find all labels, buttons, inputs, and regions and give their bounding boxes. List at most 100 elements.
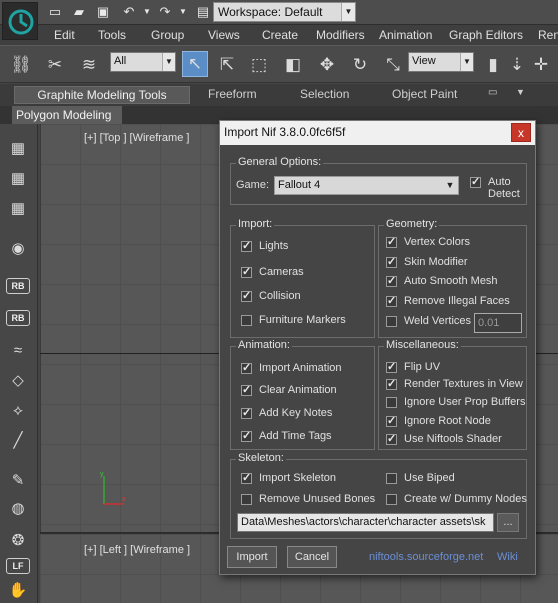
app-menu-button[interactable]	[2, 2, 38, 40]
tab-object-paint[interactable]: Object Paint	[392, 87, 457, 101]
scale-icon[interactable]: ⤡	[380, 53, 406, 77]
wiki-link[interactable]: Wiki	[497, 551, 518, 563]
bind-space-warp-icon[interactable]: ≋	[76, 53, 102, 77]
import-button[interactable]: Import	[227, 546, 277, 568]
tab-selection[interactable]: Selection	[300, 87, 349, 101]
checkbox-box[interactable]	[386, 377, 397, 390]
checkbox-box[interactable]	[241, 406, 252, 419]
svg-text:y: y	[100, 471, 104, 478]
select-by-name-icon[interactable]: ⇱	[214, 53, 240, 77]
checkbox-label: Ignore Root Node	[404, 415, 491, 427]
checkbox-label: Auto Smooth Mesh	[404, 275, 498, 287]
brush-icon[interactable]: ✎	[7, 470, 29, 492]
menu-group[interactable]: Group	[151, 28, 184, 42]
wind-icon[interactable]: ≈	[7, 340, 29, 362]
cloth-icon[interactable]: ◇	[7, 370, 29, 392]
checkbox-box[interactable]	[386, 294, 397, 307]
checkbox-box[interactable]	[241, 239, 252, 252]
move-icon[interactable]: ✥	[314, 53, 340, 77]
checkbox-box[interactable]	[241, 315, 252, 326]
window-crossing-icon[interactable]: ◧	[280, 53, 306, 77]
workspace-select[interactable]: Workspace: Default ▼	[213, 2, 356, 22]
undo-dropdown-icon[interactable]: ▼	[138, 3, 156, 21]
checkbox-box[interactable]	[241, 383, 252, 396]
sphere-icon[interactable]: ◉	[7, 238, 29, 260]
snap-toggle-icon[interactable]: ✛	[528, 53, 554, 77]
erase-icon[interactable]: ◍	[7, 498, 29, 520]
pivot-center-icon[interactable]: ▮	[480, 53, 506, 77]
close-button[interactable]: x	[511, 123, 531, 142]
dialog-titlebar[interactable]: Import Nif 3.8.0.0fc6f5f x	[220, 121, 535, 145]
checkbox-box[interactable]	[241, 494, 252, 505]
checkbox-box[interactable]	[386, 316, 397, 327]
menu-views[interactable]: Views	[208, 28, 240, 42]
niftools-site-link[interactable]: niftools.sourceforge.net	[369, 551, 483, 563]
project-folder-icon[interactable]: ▤	[194, 3, 212, 21]
checkbox-label: Import Animation	[259, 362, 342, 374]
checkbox-box[interactable]	[386, 397, 397, 408]
undo-icon[interactable]: ↶	[120, 3, 138, 21]
menu-modifiers[interactable]: Modifiers	[316, 28, 365, 42]
shape-icon[interactable]: ⟡	[7, 400, 29, 422]
rotate-icon[interactable]: ↻	[347, 53, 373, 77]
film-set-icon[interactable]: ▦	[7, 138, 29, 160]
menu-bar: Edit Tools Group Views Create Modifiers …	[0, 24, 558, 45]
line-icon[interactable]: ╱	[7, 430, 29, 452]
checkbox-label: Skin Modifier	[404, 256, 468, 268]
checkbox-box[interactable]	[386, 432, 397, 445]
lock-frame-badge[interactable]: LF	[6, 558, 30, 574]
checkbox-box[interactable]	[386, 235, 397, 248]
checkbox-box[interactable]	[386, 494, 397, 505]
tab-freeform[interactable]: Freeform	[208, 87, 257, 101]
browse-button[interactable]: ...	[497, 513, 519, 532]
menu-tools[interactable]: Tools	[98, 28, 126, 42]
link-icon[interactable]: ⛓	[8, 53, 34, 77]
sculpt-icon[interactable]: ❂	[7, 530, 29, 552]
select-manipulate-icon[interactable]: ⇣	[504, 53, 530, 77]
checkbox-label: Remove Illegal Faces	[404, 295, 510, 307]
tab-graphite-modeling-tools[interactable]: Graphite Modeling Tools	[14, 86, 190, 104]
weld-threshold-input[interactable]: 0.01	[474, 313, 522, 333]
checkbox-box[interactable]	[386, 473, 397, 484]
tab-polygon-modeling[interactable]: Polygon Modeling	[12, 106, 122, 124]
skeleton-path-input[interactable]: Data\Meshes\actors\character\character a…	[237, 513, 494, 532]
rigid-body-badge[interactable]: RB	[6, 278, 30, 294]
grab-icon[interactable]: ✋	[7, 580, 29, 602]
rigid-body-multi-badge[interactable]: RB	[6, 310, 30, 326]
checkbox-box[interactable]	[241, 471, 252, 484]
menu-animation[interactable]: Animation	[379, 28, 432, 42]
menu-rendering[interactable]: Ren	[538, 28, 558, 42]
checkbox-box[interactable]	[241, 429, 252, 442]
rectangular-selection-icon[interactable]: ⬚	[246, 53, 272, 77]
selection-filter-select[interactable]: All ▼	[110, 52, 176, 72]
menu-edit[interactable]: Edit	[54, 28, 75, 42]
viewport-top-label[interactable]: [+] [Top ] [Wireframe ]	[84, 132, 189, 144]
checkbox-box[interactable]	[386, 274, 397, 287]
ribbon-options-icon[interactable]: ▭	[488, 87, 497, 98]
checkbox-box[interactable]	[241, 361, 252, 374]
checkbox-box[interactable]	[241, 265, 252, 278]
ribbon-dropdown-icon[interactable]: ▼	[516, 87, 525, 97]
cancel-button[interactable]: Cancel	[287, 546, 337, 568]
redo-dropdown-icon[interactable]: ▼	[174, 3, 192, 21]
new-file-icon[interactable]: ▭	[46, 3, 64, 21]
checkbox-box[interactable]	[470, 175, 481, 188]
redo-icon[interactable]: ↷	[156, 3, 174, 21]
open-file-icon[interactable]: ▰	[70, 3, 88, 21]
checkbox-box[interactable]	[386, 255, 397, 268]
unlink-icon[interactable]: ✂	[42, 53, 68, 77]
menu-graph-editors[interactable]: Graph Editors	[449, 28, 523, 42]
save-icon[interactable]: ▣	[94, 3, 112, 21]
select-object-button[interactable]: ↖	[182, 51, 208, 77]
film-edit-icon[interactable]: ▦	[7, 198, 29, 220]
viewport-left-label[interactable]: [+] [Left ] [Wireframe ]	[84, 544, 190, 556]
checkbox-box[interactable]	[386, 414, 397, 427]
checkbox-label: Clear Animation	[259, 384, 337, 396]
reference-coord-select[interactable]: View ▼	[408, 52, 474, 72]
game-select[interactable]: Fallout 4 ▼	[274, 176, 459, 195]
menu-create[interactable]: Create	[262, 28, 298, 42]
film-add-icon[interactable]: ▦	[7, 168, 29, 190]
checkbox-label: Auto Detect	[488, 176, 520, 200]
checkbox-box[interactable]	[241, 289, 252, 302]
checkbox-box[interactable]	[386, 360, 397, 373]
